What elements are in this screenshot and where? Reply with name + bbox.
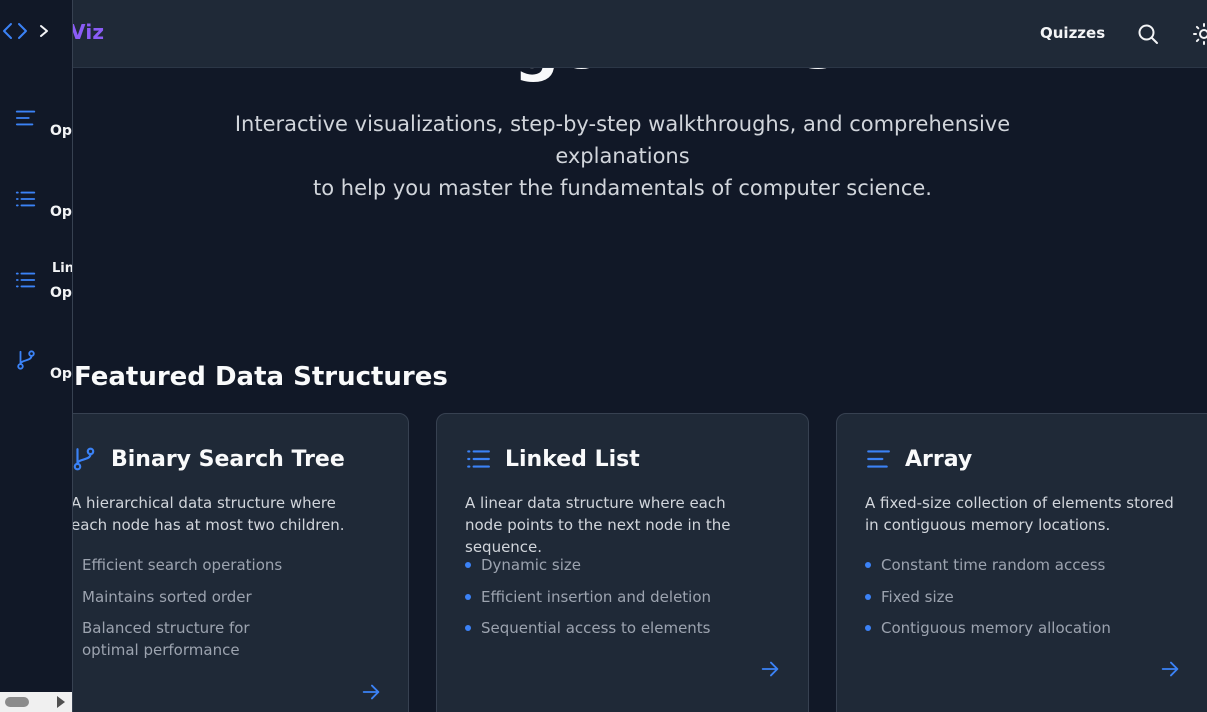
sidebar-item-label: Op — [50, 123, 72, 139]
sun-icon[interactable] — [1192, 22, 1207, 46]
card-header: Array — [865, 444, 972, 474]
card-description: A fixed-size collection of elements stor… — [865, 494, 1174, 534]
list-item: Fixed size — [865, 586, 1185, 608]
list-item: Maintains sorted order — [66, 586, 306, 608]
list-icon — [467, 450, 490, 468]
card-feature-list: Efficient search operations Maintains so… — [66, 554, 306, 671]
align-left-icon — [15, 110, 36, 126]
list-item: Sequential access to elements — [465, 617, 785, 639]
sidebar: Op Op Lin Op Op — [0, 0, 73, 712]
arrow-right-icon[interactable] — [759, 658, 781, 680]
nav-quizzes-link[interactable]: Quizzes — [1040, 24, 1105, 42]
arrow-right-icon[interactable] — [360, 681, 382, 703]
list-icon — [15, 272, 36, 288]
sidebar-item-label: Op — [50, 366, 72, 382]
card-description: A hierarchical data structure where each… — [71, 494, 345, 534]
sidebar-item-tree[interactable]: Op — [0, 338, 72, 398]
sidebar-item-linked-list[interactable]: Lin Op — [0, 258, 73, 318]
sidebar-item-array[interactable]: Op — [0, 98, 72, 158]
card-linked-list[interactable]: Linked List A linear data structure wher… — [436, 413, 809, 712]
list-item: Efficient search operations — [66, 554, 306, 576]
card-header: Linked List — [465, 444, 640, 474]
git-branch-icon — [17, 350, 35, 370]
card-binary-search-tree[interactable]: Binary Search Tree A hierarchical data s… — [36, 413, 409, 712]
search-icon[interactable] — [1136, 22, 1160, 46]
align-left-icon — [867, 450, 890, 468]
list-item: Dynamic size — [465, 554, 785, 576]
list-icon — [15, 191, 36, 207]
card-feature-list: Constant time random access Fixed size C… — [865, 554, 1185, 649]
card-header: Binary Search Tree — [71, 444, 345, 474]
hero-title-region: Algorithms — [73, 68, 1207, 88]
list-item: Balanced structure for optimal performan… — [66, 617, 306, 661]
hero-subtitle: Interactive visualizations, step-by-step… — [185, 108, 1060, 204]
top-navbar: Viz Quizzes — [0, 0, 1207, 68]
brand-logo[interactable]: Viz — [70, 20, 104, 44]
hero-title: Algorithms — [73, 68, 1207, 82]
list-item: Contiguous memory allocation — [865, 617, 1185, 639]
arrow-right-icon[interactable] — [1159, 658, 1181, 680]
sidebar-item-label-top: Lin — [52, 261, 73, 276]
card-title: Binary Search Tree — [111, 446, 345, 472]
card-feature-list: Dynamic size Efficient insertion and del… — [465, 554, 785, 649]
sidebar-item-label: Op — [50, 285, 72, 301]
card-title: Array — [905, 446, 973, 472]
featured-section-title: Featured Data Structures — [74, 362, 448, 392]
git-branch-icon — [73, 447, 95, 471]
code-icon[interactable] — [2, 20, 28, 42]
sidebar-item-list[interactable]: Op — [0, 178, 72, 238]
scrollbar-thumb[interactable] — [5, 697, 29, 707]
card-description: A linear data structure where each node … — [465, 494, 731, 556]
horizontal-scrollbar[interactable] — [0, 692, 72, 712]
list-item: Efficient insertion and deletion — [465, 586, 785, 608]
scroll-right-arrow-icon[interactable] — [57, 696, 65, 708]
list-item: Constant time random access — [865, 554, 1185, 576]
sidebar-item-label: Op — [50, 204, 72, 220]
hero-subtitle-line2: to help you master the fundamentals of c… — [313, 176, 932, 200]
card-title: Linked List — [505, 446, 640, 472]
chevron-right-icon[interactable] — [36, 22, 52, 40]
hero-subtitle-line1: Interactive visualizations, step-by-step… — [234, 112, 1011, 168]
card-array[interactable]: Array A fixed-size collection of element… — [836, 413, 1207, 712]
